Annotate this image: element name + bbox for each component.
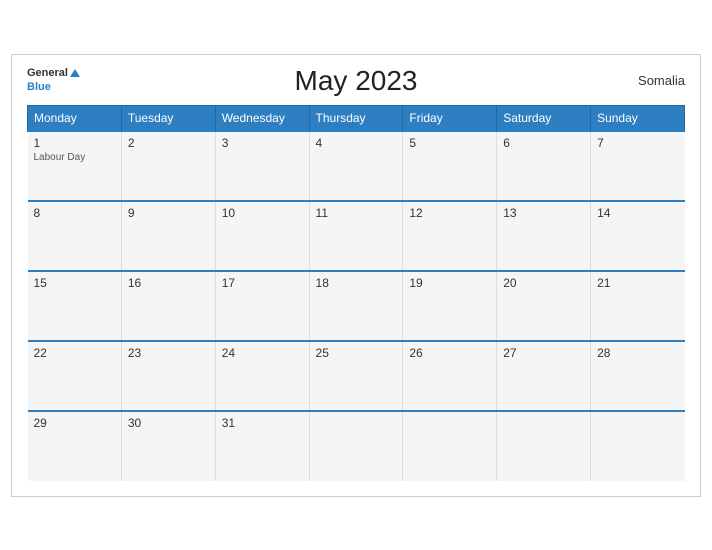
day-cell: [497, 411, 591, 481]
day-number: 15: [34, 276, 115, 290]
day-number: 17: [222, 276, 303, 290]
day-cell: 6: [497, 131, 591, 201]
day-number: 24: [222, 346, 303, 360]
col-wednesday: Wednesday: [215, 105, 309, 131]
day-cell: 27: [497, 341, 591, 411]
day-number: 25: [316, 346, 397, 360]
day-cell: 8: [28, 201, 122, 271]
day-number: 30: [128, 416, 209, 430]
calendar-body: 1Labour Day23456789101112131415161718192…: [28, 131, 685, 481]
day-number: 6: [503, 136, 584, 150]
day-number: 28: [597, 346, 678, 360]
week-row-5: 29 30 31: [28, 411, 685, 481]
day-cell: 14: [591, 201, 685, 271]
day-cell: 29: [28, 411, 122, 481]
day-cell: 2: [121, 131, 215, 201]
day-cell: 28: [591, 341, 685, 411]
day-number: 22: [34, 346, 115, 360]
day-cell: 18: [309, 271, 403, 341]
day-number: 1: [34, 136, 115, 150]
day-number: 26: [409, 346, 490, 360]
day-cell: 26: [403, 341, 497, 411]
day-cell: 13: [497, 201, 591, 271]
calendar-table: Monday Tuesday Wednesday Thursday Friday…: [27, 105, 685, 481]
day-cell: 19: [403, 271, 497, 341]
day-cell: 24: [215, 341, 309, 411]
day-number: 11: [316, 206, 397, 220]
weekday-header-row: Monday Tuesday Wednesday Thursday Friday…: [28, 105, 685, 131]
day-number: 13: [503, 206, 584, 220]
day-cell: 7: [591, 131, 685, 201]
day-cell: 16: [121, 271, 215, 341]
day-cell: 5: [403, 131, 497, 201]
day-cell: 25: [309, 341, 403, 411]
week-row-2: 89 10 11 12 13 14: [28, 201, 685, 271]
day-number: 10: [222, 206, 303, 220]
day-number: 12: [409, 206, 490, 220]
day-cell: [403, 411, 497, 481]
col-sunday: Sunday: [591, 105, 685, 131]
logo: General Blue: [27, 67, 80, 93]
day-number: 3: [222, 136, 303, 150]
day-number: 21: [597, 276, 678, 290]
day-cell: 12: [403, 201, 497, 271]
day-cell: 20: [497, 271, 591, 341]
calendar-container: General Blue May 2023 Somalia Monday Tue…: [11, 54, 701, 497]
day-cell: 11: [309, 201, 403, 271]
day-event: Labour Day: [34, 152, 115, 163]
logo-blue-text: Blue: [27, 81, 80, 94]
col-tuesday: Tuesday: [121, 105, 215, 131]
day-cell: 1 Labour Day: [28, 131, 122, 201]
day-number: 16: [128, 276, 209, 290]
day-number: 5: [409, 136, 490, 150]
day-number: 9: [128, 206, 209, 220]
day-cell: 10: [215, 201, 309, 271]
logo-triangle-icon: [70, 69, 80, 77]
week-row-3: 15 16 17 18 19 20 21: [28, 271, 685, 341]
day-number: 27: [503, 346, 584, 360]
day-number: 19: [409, 276, 490, 290]
day-cell: [591, 411, 685, 481]
day-number: 18: [316, 276, 397, 290]
week-row-1: 1 Labour Day 234567: [28, 131, 685, 201]
day-number: 14: [597, 206, 678, 220]
day-cell: 4: [309, 131, 403, 201]
day-number: 29: [34, 416, 115, 430]
month-title: May 2023: [295, 65, 418, 97]
day-cell: 31: [215, 411, 309, 481]
day-cell: 3: [215, 131, 309, 201]
col-friday: Friday: [403, 105, 497, 131]
week-row-4: 22 23 24 25 26 27 28: [28, 341, 685, 411]
day-number: 23: [128, 346, 209, 360]
day-cell: 17: [215, 271, 309, 341]
col-saturday: Saturday: [497, 105, 591, 131]
day-number: 4: [316, 136, 397, 150]
day-cell: 22: [28, 341, 122, 411]
day-number: 2: [128, 136, 209, 150]
day-number: 31: [222, 416, 303, 430]
calendar-thead: Monday Tuesday Wednesday Thursday Friday…: [28, 105, 685, 131]
day-cell: [309, 411, 403, 481]
day-cell: 30: [121, 411, 215, 481]
col-thursday: Thursday: [309, 105, 403, 131]
calendar-header: General Blue May 2023 Somalia: [27, 65, 685, 97]
day-number: 20: [503, 276, 584, 290]
country-label: Somalia: [638, 73, 685, 88]
day-number: 7: [597, 136, 678, 150]
day-cell: 15: [28, 271, 122, 341]
day-cell: 23: [121, 341, 215, 411]
day-number: 8: [34, 206, 115, 220]
day-cell: 9: [121, 201, 215, 271]
logo-general-text: General: [27, 67, 80, 80]
col-monday: Monday: [28, 105, 122, 131]
day-cell: 21: [591, 271, 685, 341]
